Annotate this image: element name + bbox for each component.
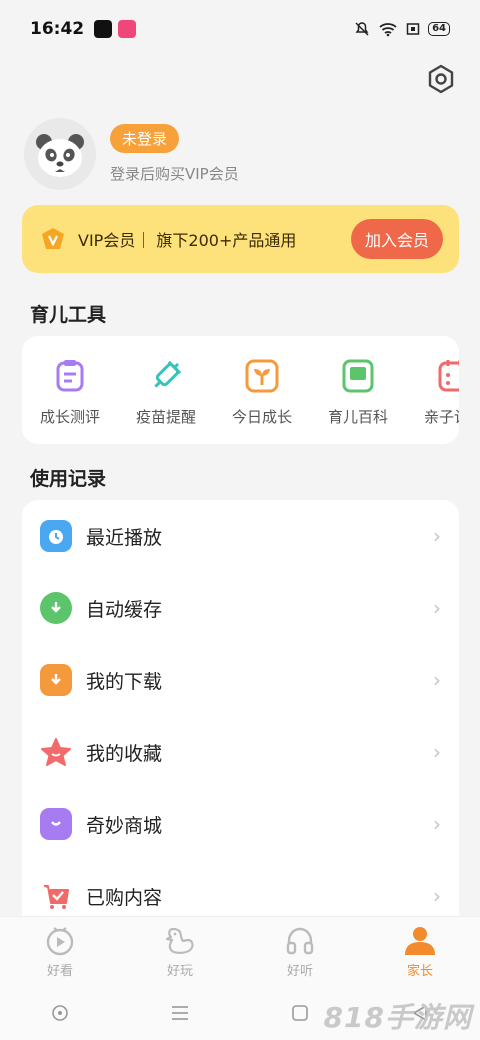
- tool-label: 疫苗提醒: [135, 408, 196, 426]
- profile-hint: 登录后购买VIP会员: [110, 165, 239, 183]
- bottom-tab-bar: 好看 好玩 好听 家长: [0, 916, 480, 986]
- clock-icon: [40, 520, 72, 552]
- download-cloud-icon: [40, 592, 72, 624]
- tool-daily-growth[interactable]: 今日成长: [214, 358, 310, 427]
- record-wonder-mall[interactable]: 奇妙商城 ›: [22, 788, 459, 860]
- tool-label: 亲子计划: [423, 408, 459, 426]
- tab-label: 好玩: [166, 963, 193, 979]
- record-label: 最近播放: [86, 526, 163, 549]
- tool-label: 今日成长: [231, 408, 292, 426]
- chevron-right-icon: ›: [433, 884, 441, 908]
- panda-avatar-icon: [36, 134, 84, 177]
- tool-growth-assessment[interactable]: 成长测评: [22, 358, 118, 427]
- record-recent-play[interactable]: 最近播放 ›: [22, 500, 459, 572]
- tool-vaccine-reminder[interactable]: 疫苗提醒: [118, 358, 214, 427]
- gear-icon: [428, 64, 454, 94]
- clipboard-icon: [56, 360, 84, 392]
- tools-card: 成长测评 疫苗提醒 今日成长 育儿百科 亲子计划: [22, 336, 459, 444]
- shopping-bag-icon: [40, 808, 72, 840]
- tab-parent[interactable]: 家长: [360, 917, 480, 986]
- record-label: 已购内容: [86, 886, 163, 909]
- tab-label: 好听: [286, 963, 313, 979]
- tool-label: 育儿百科: [327, 408, 388, 426]
- vip-crown-icon: [42, 228, 64, 249]
- tab-listen[interactable]: 好听: [240, 917, 360, 986]
- vip-banner[interactable]: VIP会员｜ 旗下200+产品通用 加入会员: [22, 205, 459, 273]
- book-icon: [342, 359, 374, 393]
- join-vip-button[interactable]: 加入会员: [350, 219, 443, 259]
- sprout-icon: [245, 359, 279, 393]
- chevron-right-icon: ›: [433, 668, 441, 692]
- tab-play[interactable]: 好玩: [120, 917, 240, 986]
- square-home-icon: [292, 1005, 308, 1021]
- settings-button[interactable]: [424, 62, 458, 96]
- sim-icon: [406, 23, 420, 35]
- wifi-icon: [379, 23, 397, 37]
- battery-indicator: 64: [428, 22, 450, 36]
- tab-label: 家长: [406, 963, 433, 979]
- calendar-icon: [438, 360, 459, 392]
- cart-icon: [40, 880, 72, 912]
- tab-watch[interactable]: 好看: [0, 917, 120, 986]
- records-section-title: 使用记录: [30, 468, 107, 490]
- nav-home-button[interactable]: [280, 993, 320, 1033]
- chevron-right-icon: ›: [433, 812, 441, 836]
- nav-menu-button[interactable]: [160, 993, 200, 1033]
- record-label: 我的下载: [86, 670, 163, 693]
- vip-text: VIP会员｜ 旗下200+产品通用: [78, 231, 297, 250]
- download-folder-icon: [40, 664, 72, 696]
- tool-parenting-encyclopedia[interactable]: 育儿百科: [310, 358, 406, 427]
- menu-icon: [172, 1006, 188, 1020]
- avatar[interactable]: [24, 118, 96, 190]
- record-my-favorites[interactable]: 我的收藏 ›: [22, 716, 459, 788]
- app-notification-icon: [94, 20, 113, 38]
- play-tv-icon: [46, 926, 74, 955]
- mute-icon: [355, 22, 369, 36]
- circle-dot-icon: [52, 1005, 68, 1021]
- star-icon: [40, 736, 72, 768]
- syringe-icon: [154, 360, 182, 388]
- headphones-icon: [286, 927, 314, 954]
- records-card: 最近播放 › 自动缓存 › 我的下载 › 我的收藏 › 奇妙商城 › 已购内容 …: [22, 500, 459, 940]
- record-label: 我的收藏: [86, 742, 163, 765]
- tab-label: 好看: [46, 963, 73, 979]
- tools-section-title: 育儿工具: [30, 304, 107, 326]
- chevron-right-icon: ›: [433, 524, 441, 548]
- profile-section[interactable]: 未登录 登录后购买VIP会员: [24, 118, 239, 190]
- record-auto-cache[interactable]: 自动缓存 ›: [22, 572, 459, 644]
- chevron-right-icon: ›: [433, 740, 441, 764]
- duck-icon: [165, 927, 194, 954]
- nav-assistant-button[interactable]: [40, 993, 80, 1033]
- app-notification-icon-2: [118, 20, 137, 38]
- watermark: 818手游网: [323, 1001, 472, 1034]
- parent-icon: [405, 926, 435, 955]
- chevron-right-icon: ›: [433, 596, 441, 620]
- record-label: 自动缓存: [86, 598, 163, 621]
- status-bar: 16:42 64: [0, 0, 480, 58]
- tool-family-plan[interactable]: 亲子计划: [406, 358, 459, 427]
- record-label: 奇妙商城: [86, 814, 163, 837]
- tool-label: 成长测评: [39, 408, 100, 426]
- status-time: 16:42: [30, 19, 85, 39]
- login-badge[interactable]: 未登录: [110, 124, 180, 153]
- record-my-downloads[interactable]: 我的下载 ›: [22, 644, 459, 716]
